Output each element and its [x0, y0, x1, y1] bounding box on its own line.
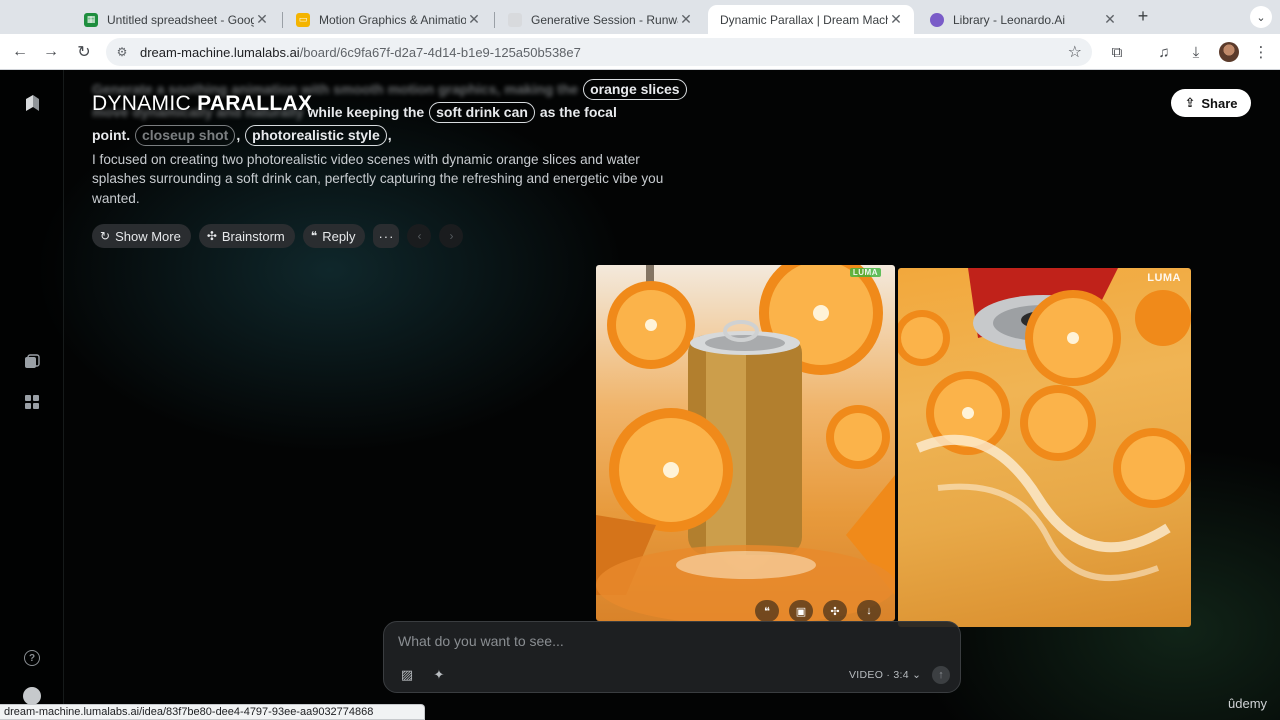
runway-icon	[508, 12, 522, 27]
grid-shape	[25, 395, 39, 409]
kebab-menu-icon[interactable]: ⋮	[1250, 41, 1272, 63]
action-bar: ↻ Show More ✣ Brainstorm ❝ Reply ··· ‹ ›	[92, 224, 464, 248]
tab-runway[interactable]: Generative Session - Runway ✕	[496, 5, 704, 34]
udemy-watermark: ûdemy	[1228, 696, 1268, 711]
site-settings-icon[interactable]: ⚙	[114, 44, 130, 60]
extensions-icon[interactable]: ⧉	[1106, 41, 1128, 63]
tab-spreadsheet[interactable]: ▦ Untitled spreadsheet - Google Sheets ✕	[72, 5, 280, 34]
prompt-input-placeholder[interactable]: What do you want to see...	[398, 633, 564, 649]
chip-soft-drink-can[interactable]: soft drink can	[429, 102, 535, 123]
sidebar: ?	[0, 70, 64, 720]
tab-leonardo[interactable]: Library - Leonardo.Ai ✕	[918, 5, 1128, 34]
browser-tab-strip: ▦ Untitled spreadsheet - Google Sheets ✕…	[0, 0, 1280, 34]
tab-title: Generative Session - Runway	[531, 12, 678, 27]
share-label: Share	[1201, 95, 1238, 111]
chevron-left-icon[interactable]: ‹	[407, 224, 432, 248]
show-more-label: Show More	[115, 228, 181, 244]
video-1-frame	[596, 265, 895, 621]
prompt-composer[interactable]: What do you want to see... ▨ ✦ VIDEO · 3…	[383, 621, 961, 693]
address-bar[interactable]: ⚙ dream-machine.lumalabs.ai/board/6c9fa6…	[106, 38, 1092, 66]
boards-icon[interactable]	[21, 351, 43, 373]
bookmark-star-icon[interactable]: ☆	[1068, 42, 1082, 62]
prompt-line2-text: while keeping the	[307, 104, 425, 120]
tab-divider	[494, 12, 495, 28]
back-arrow-icon[interactable]: ←	[9, 41, 31, 63]
profile-avatar[interactable]	[1219, 42, 1239, 62]
close-icon[interactable]: ✕	[254, 11, 270, 28]
brainstorm-label: Brainstorm	[221, 228, 285, 244]
boards-shape	[25, 354, 40, 368]
tab-title: Untitled spreadsheet - Google Sheets	[107, 12, 254, 27]
chip-closeup-shot[interactable]: closeup shot	[135, 125, 236, 146]
refresh-icon: ↻	[100, 229, 111, 243]
quote-icon[interactable]: ❝	[755, 600, 779, 622]
close-icon[interactable]: ✕	[1102, 11, 1118, 28]
luma-logo-icon[interactable]	[21, 92, 43, 114]
download-icon[interactable]: ⤓	[1185, 41, 1207, 63]
generated-video-1[interactable]: LUMA	[596, 265, 895, 621]
assistant-reply: I focused on creating two photorealistic…	[92, 152, 664, 206]
user-avatar[interactable]	[23, 687, 41, 705]
mode-label: VIDEO · 3:4	[849, 669, 909, 681]
slides-icon: ▭	[296, 12, 310, 27]
brainstorm-button[interactable]: ✣ Brainstorm	[198, 224, 295, 248]
forward-arrow-icon[interactable]: →	[40, 41, 62, 63]
luma-watermark: LUMA	[849, 268, 881, 277]
url-text: dream-machine.lumalabs.ai/board/6c9fa67f…	[140, 45, 581, 60]
close-icon[interactable]: ✕	[678, 11, 694, 28]
generated-video-2[interactable]: LUMA	[898, 268, 1191, 627]
grid-icon[interactable]	[21, 391, 43, 413]
luma-logo-shape	[26, 95, 39, 111]
status-bar-url: dream-machine.lumalabs.ai/idea/83f7be80-…	[0, 704, 425, 720]
share-icon: ⇪	[1184, 95, 1196, 110]
tab-title: Motion Graphics & Animation	[319, 12, 466, 27]
media-controls-icon[interactable]: ♫	[1153, 41, 1175, 63]
chevron-right-icon[interactable]: ›	[439, 224, 464, 248]
brainstorm-icon: ✣	[206, 229, 217, 243]
close-icon[interactable]: ✕	[888, 11, 904, 28]
board-title-light: DYNAMIC	[92, 92, 191, 115]
reload-icon[interactable]: ↻	[73, 41, 95, 63]
sheets-icon: ▦	[84, 12, 98, 27]
download-icon[interactable]: ↓	[857, 600, 881, 622]
chevron-down-icon[interactable]: ⌄	[1250, 6, 1272, 28]
tab-motion-graphics[interactable]: ▭ Motion Graphics & Animation ✕	[284, 5, 492, 34]
help-icon[interactable]: ?	[24, 650, 40, 666]
more-options-button[interactable]: ···	[373, 224, 400, 248]
leonardo-icon	[930, 12, 944, 27]
tab-title: Dynamic Parallax | Dream Machine	[720, 12, 888, 27]
share-button[interactable]: ⇪ Share	[1171, 89, 1251, 117]
luma-watermark: LUMA	[1147, 272, 1181, 284]
chip-orange-slices[interactable]: orange slices	[583, 79, 687, 100]
tab-divider	[282, 12, 283, 28]
reply-button[interactable]: ❝ Reply	[302, 224, 366, 248]
mode-selector[interactable]: VIDEO · 3:4 ⌄	[849, 669, 921, 681]
close-icon[interactable]: ✕	[466, 11, 482, 28]
image-upload-icon[interactable]: ▨	[398, 666, 416, 684]
chip-photorealistic-style[interactable]: photorealistic style	[245, 125, 387, 146]
show-more-button[interactable]: ↻ Show More	[92, 224, 191, 248]
url-host: dream-machine.lumalabs.ai	[140, 45, 300, 60]
video-2-frame	[898, 268, 1191, 581]
media-toolbar: ❝ ▣ ✣ ↓	[755, 600, 881, 622]
browser-toolbar: ← → ↻ ⚙ dream-machine.lumalabs.ai/board/…	[0, 34, 1280, 70]
sparkle-icon[interactable]: ✦	[430, 666, 448, 684]
dream-machine-app: ? Generate a soothing animation with smo…	[0, 70, 1280, 720]
prompt-line2-tail: as the focal	[539, 104, 617, 120]
tab-title: Library - Leonardo.Ai	[953, 12, 1066, 27]
modify-icon[interactable]: ✣	[823, 600, 847, 622]
new-tab-icon[interactable]: +	[1134, 6, 1152, 27]
tab-dream-machine[interactable]: Dynamic Parallax | Dream Machine ✕	[708, 5, 914, 34]
send-button[interactable]: ↑	[932, 666, 950, 684]
url-path: /board/6c9fa67f-d2a7-4d14-b1e9-125a50b53…	[299, 45, 581, 60]
board-title-bold: PARALLAX	[197, 92, 313, 115]
board-title[interactable]: DYNAMIC PARALLAX	[92, 92, 312, 116]
video-frames-icon[interactable]: ▣	[789, 600, 813, 622]
reply-label: Reply	[322, 228, 356, 244]
prompt-line3-text: point.	[92, 127, 131, 143]
quote-icon: ❝	[310, 229, 318, 243]
